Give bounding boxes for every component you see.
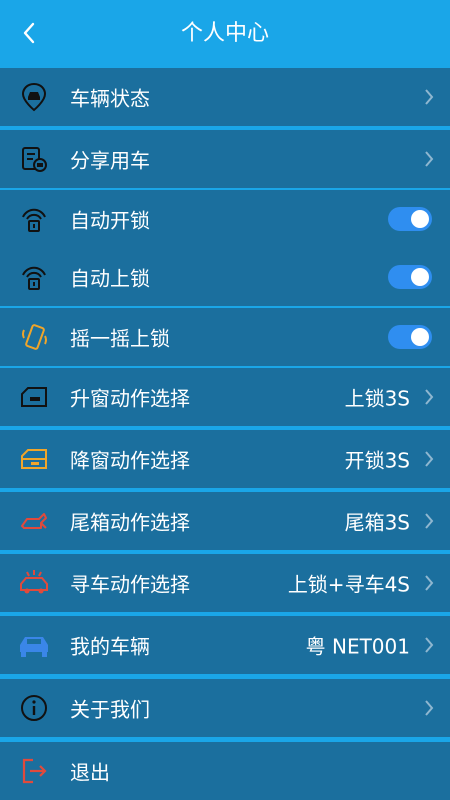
chevron-right-icon: [425, 575, 434, 591]
auto-unlock-icon: [17, 202, 51, 236]
chevron-right-icon: [425, 151, 434, 167]
row-about-us[interactable]: 关于我们: [0, 679, 450, 737]
shake-lock-toggle[interactable]: [388, 325, 432, 349]
row-label: 尾箱动作选择: [70, 510, 190, 535]
row-label: 升窗动作选择: [70, 386, 190, 411]
row-label: 寻车动作选择: [70, 572, 190, 597]
auto-unlock-toggle[interactable]: [388, 207, 432, 231]
auto-lock-icon: [17, 260, 51, 294]
header-bar: 个人中心: [0, 0, 450, 68]
row-value: 上锁+寻车4S: [287, 572, 410, 597]
row-window-up-action[interactable]: 升窗动作选择 上锁3S: [0, 368, 450, 426]
row-auto-lock: 自动上锁: [0, 248, 450, 306]
chevron-right-icon: [425, 700, 434, 716]
toggle-knob: [411, 268, 429, 286]
row-shake-lock: 摇一摇上锁: [0, 308, 450, 366]
row-label: 退出: [70, 760, 110, 785]
row-my-vehicle[interactable]: 我的车辆 粤 NET001: [0, 616, 450, 674]
toggle-knob: [411, 328, 429, 346]
row-value: 尾箱3S: [344, 510, 410, 535]
row-label: 摇一摇上锁: [70, 326, 170, 351]
chevron-right-icon: [425, 89, 434, 105]
car-status-icon: [17, 80, 51, 114]
row-label: 自动上锁: [70, 266, 150, 291]
row-window-down-action[interactable]: 降窗动作选择 开锁3S: [0, 430, 450, 488]
row-label: 降窗动作选择: [70, 448, 190, 473]
row-label: 自动开锁: [70, 208, 150, 233]
info-icon: [17, 691, 51, 725]
row-share-car[interactable]: 分享用车: [0, 130, 450, 188]
row-label: 我的车辆: [70, 634, 150, 659]
share-car-icon: [17, 142, 51, 176]
chevron-right-icon: [425, 451, 434, 467]
chevron-right-icon: [425, 389, 434, 405]
row-value: 粤 NET001: [305, 634, 410, 659]
row-trunk-action[interactable]: 尾箱动作选择 尾箱3S: [0, 492, 450, 550]
toggle-knob: [411, 210, 429, 228]
window-down-icon: [17, 442, 51, 476]
row-find-car-action[interactable]: 寻车动作选择 上锁+寻车4S: [0, 554, 450, 612]
chevron-right-icon: [425, 637, 434, 653]
my-car-icon: [17, 628, 51, 662]
logout-icon: [17, 754, 51, 788]
page-title: 个人中心: [180, 21, 269, 46]
row-label: 关于我们: [70, 697, 150, 722]
row-label: 车辆状态: [70, 86, 150, 111]
row-auto-unlock: 自动开锁: [0, 190, 450, 248]
row-vehicle-status[interactable]: 车辆状态: [0, 68, 450, 126]
window-up-icon: [17, 380, 51, 414]
chevron-right-icon: [425, 513, 434, 529]
auto-lock-toggle[interactable]: [388, 265, 432, 289]
find-car-icon: [17, 566, 51, 600]
row-value: 上锁3S: [344, 386, 410, 411]
trunk-icon: [17, 504, 51, 538]
row-label: 分享用车: [70, 148, 150, 173]
shake-lock-icon: [17, 320, 51, 354]
row-value: 开锁3S: [344, 448, 410, 473]
row-logout[interactable]: 退出: [0, 742, 450, 800]
